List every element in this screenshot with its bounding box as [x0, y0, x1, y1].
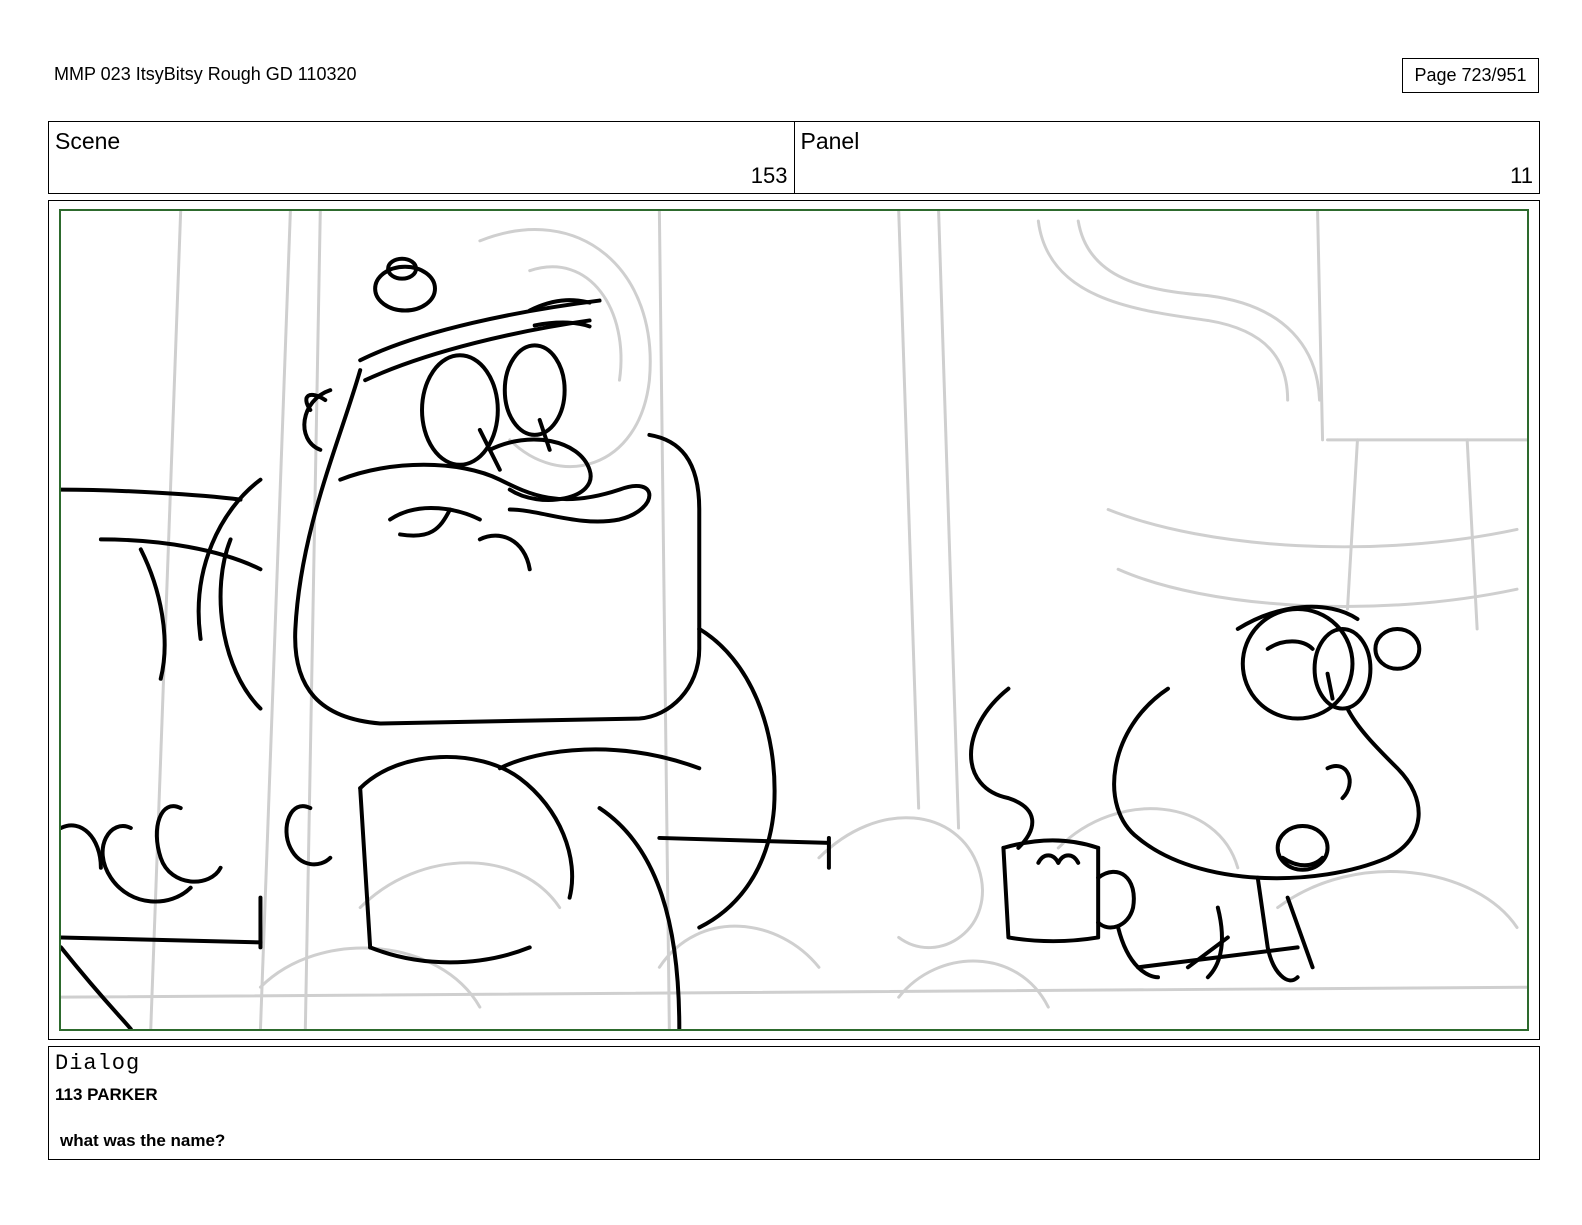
scene-number: 153	[750, 163, 788, 188]
panel-cell: Panel 11	[793, 122, 1540, 193]
dialog-line: what was the name?	[60, 1131, 226, 1150]
sketch-illustration	[61, 211, 1527, 1029]
dialog-speaker: 113 PARKER	[55, 1085, 158, 1104]
panel-number: 11	[1510, 163, 1533, 188]
panel-label: Panel	[800, 128, 860, 154]
scene-label: Scene	[55, 128, 121, 154]
document-title: MMP 023 ItsyBitsy Rough GD 110320	[54, 64, 357, 84]
dialog-box: Dialog 113 PARKER what was the name?	[48, 1046, 1540, 1160]
scene-cell: Scene 153	[49, 122, 794, 193]
page-number: Page 723/951	[1402, 58, 1539, 93]
storyboard-frame	[48, 200, 1540, 1040]
dialog-label: Dialog	[55, 1051, 141, 1076]
storyboard-drawing	[59, 209, 1529, 1031]
scene-panel-header: Scene 153 Panel 11	[48, 121, 1540, 194]
